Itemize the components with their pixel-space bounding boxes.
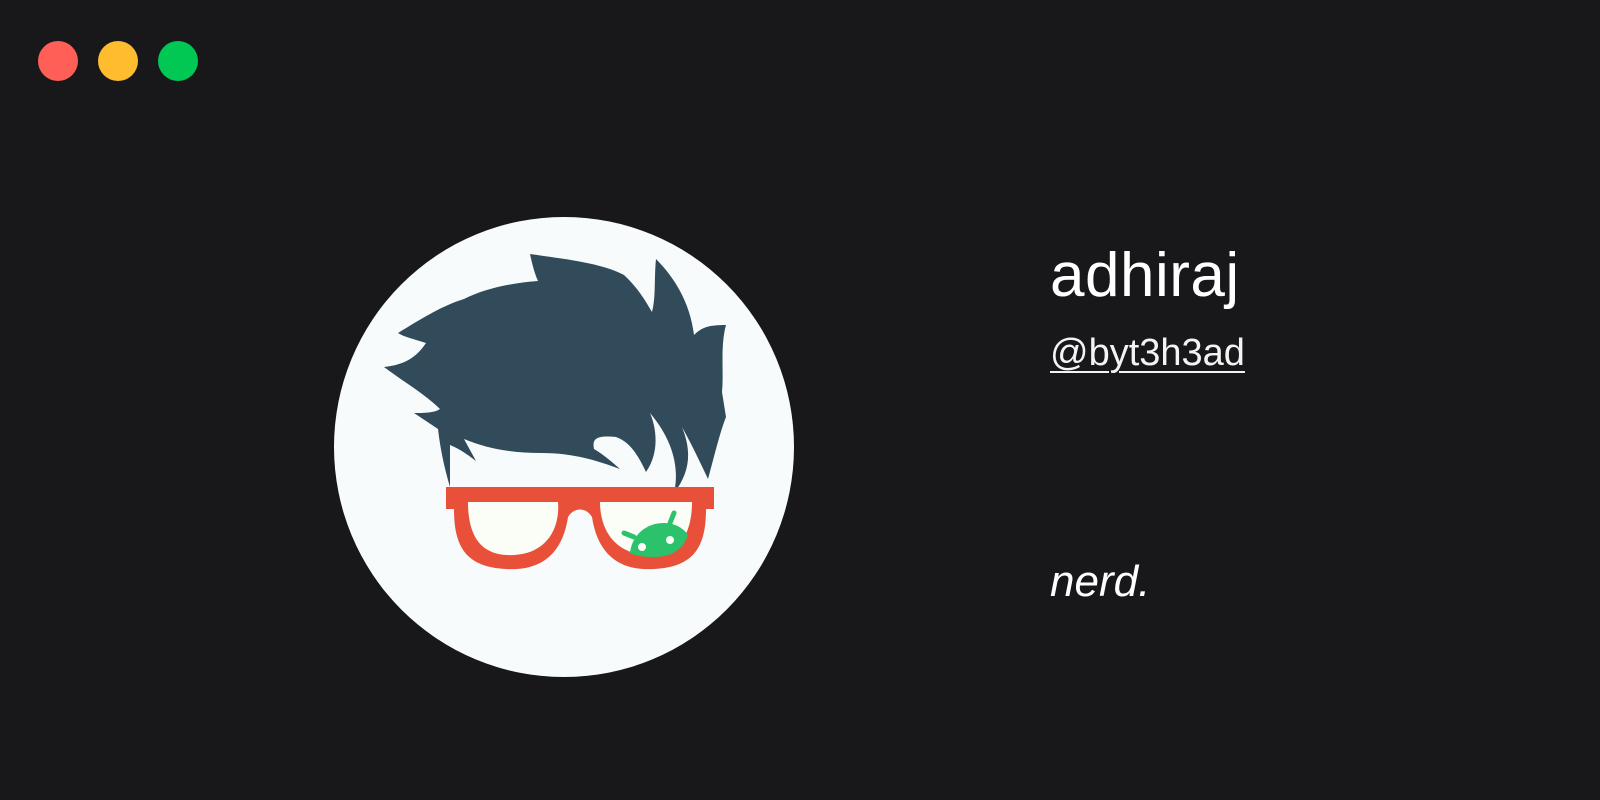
nerd-avatar-icon (384, 254, 726, 570)
avatar (334, 217, 794, 677)
maximize-button[interactable] (158, 41, 198, 81)
profile-bio: nerd. (1050, 557, 1151, 606)
close-button[interactable] (38, 41, 78, 81)
profile-name: adhiraj (1050, 241, 1240, 310)
hair-shape (384, 254, 726, 493)
glasses (446, 487, 714, 570)
profile-handle-link[interactable]: @byt3h3ad (1050, 332, 1245, 375)
profile-info: adhiraj @byt3h3ad (1050, 245, 1550, 375)
window-controls (38, 41, 198, 81)
window: adhiraj @byt3h3ad nerd. (0, 0, 1600, 800)
minimize-button[interactable] (98, 41, 138, 81)
